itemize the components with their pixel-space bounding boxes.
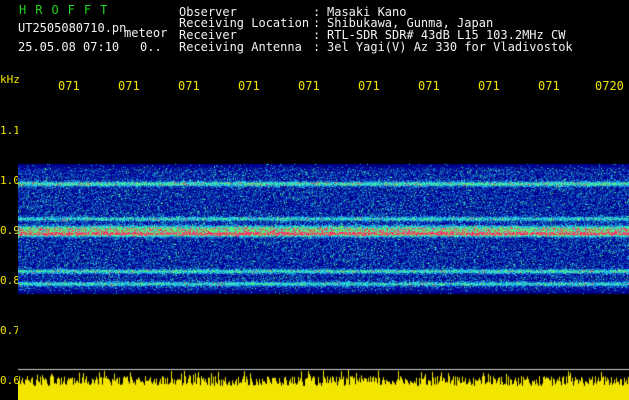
y-tick-label: 0.8	[0, 274, 20, 287]
x-tick-label: 071	[238, 79, 260, 93]
x-tick-label: 071	[178, 79, 200, 93]
app-brand: HROFFT	[19, 3, 117, 17]
x-tick-label: 0720	[595, 79, 624, 93]
x-tick-label: 071	[418, 79, 440, 93]
antenna-sep: :	[313, 40, 321, 54]
x-tick-label: 071	[58, 79, 80, 93]
count-label: 0..	[140, 40, 162, 54]
date-time: 25.05.08 07:10	[18, 40, 120, 54]
y-tick-label: 1.0	[0, 174, 20, 187]
x-tick-label: 071	[478, 79, 500, 93]
y-axis-unit: kHz	[0, 73, 20, 86]
antenna-label: Receiving Antenna	[179, 40, 302, 54]
x-tick-label: 071	[298, 79, 320, 93]
hrofft-window: HROFFT UT2505080710.pn meteor 25.05.08 0…	[0, 0, 629, 400]
x-tick-label: 071	[118, 79, 140, 93]
y-tick-label: 0.7	[0, 324, 20, 337]
mode-label: meteor	[124, 26, 168, 40]
x-tick-label: 071	[538, 79, 560, 93]
y-tick-label: 1.1	[0, 124, 20, 137]
x-tick-label: 071	[358, 79, 380, 93]
y-tick-label: 0.9	[0, 224, 20, 237]
file-name: UT2505080710.pn	[18, 21, 127, 35]
spectrogram	[18, 96, 629, 400]
antenna-value: 3el Yagi(V) Az 330 for Vladivostok	[327, 40, 573, 54]
y-tick-label: 0.6	[0, 374, 20, 387]
